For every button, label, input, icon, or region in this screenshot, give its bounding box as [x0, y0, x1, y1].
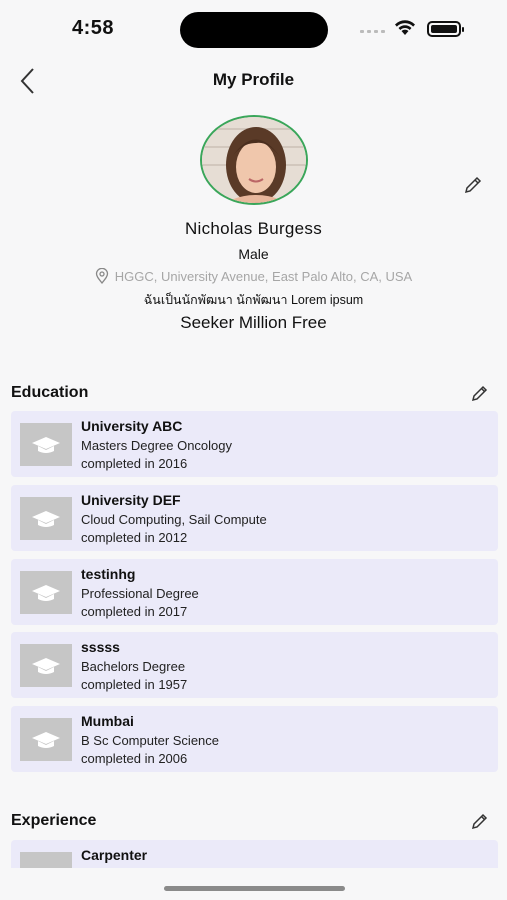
edit-education-pencil-icon[interactable] [470, 383, 490, 403]
education-section-title: Education [11, 384, 89, 401]
education-completed: completed in 2016 [81, 456, 188, 471]
education-degree: Masters Degree Oncology [81, 438, 233, 453]
education-school: sssss [81, 639, 120, 655]
education-thumbnail [20, 423, 72, 466]
edit-experience-pencil-icon[interactable] [470, 811, 490, 831]
experience-section-title: Experience [11, 812, 97, 829]
education-school: testinhg [81, 566, 136, 582]
education-card[interactable]: Mumbai B Sc Computer Science completed i… [11, 706, 498, 772]
home-indicator[interactable] [164, 886, 345, 891]
education-school: University ABC [81, 418, 183, 434]
nav-bar: My Profile [0, 60, 507, 100]
page-title: My Profile [212, 70, 295, 89]
education-thumbnail [20, 497, 72, 540]
wifi-icon [395, 20, 415, 35]
education-degree: Cloud Computing, Sail Compute [81, 512, 267, 527]
education-degree: B Sc Computer Science [81, 733, 220, 748]
profile-plan: Seeker Million Free [180, 313, 327, 332]
profile-gender: Male [238, 246, 269, 262]
education-card[interactable]: sssss Bachelors Degree completed in 1957 [11, 632, 498, 698]
graduation-cap-icon [32, 510, 60, 527]
education-degree: Bachelors Degree [81, 659, 186, 674]
battery-icon [427, 21, 464, 37]
graduation-cap-icon [32, 731, 60, 748]
education-school: Mumbai [81, 713, 134, 729]
profile-header [0, 112, 507, 205]
edit-profile-pencil-icon[interactable] [462, 174, 484, 196]
education-completed: completed in 2017 [81, 604, 188, 619]
avatar-photo [201, 117, 306, 203]
profile-name: Nicholas Burgess [184, 219, 323, 238]
education-degree: Professional Degree [81, 586, 199, 601]
education-thumbnail [20, 718, 72, 761]
graduation-cap-icon [32, 436, 60, 453]
education-card[interactable]: University DEF Cloud Computing, Sail Com… [11, 485, 498, 551]
education-completed: completed in 2012 [81, 530, 188, 545]
profile-bio: ฉันเป็นนักพัฒนา นักพัฒนา Lorem ipsum [143, 293, 364, 307]
experience-title: Carpenter [81, 847, 148, 863]
education-thumbnail [20, 644, 72, 687]
education-completed: completed in 2006 [81, 751, 188, 766]
education-card[interactable]: University ABC Masters Degree Oncology c… [11, 411, 498, 477]
dynamic-island [180, 12, 328, 48]
experience-thumbnail [20, 852, 72, 868]
bottom-safe-area [0, 868, 507, 900]
location-text: HGGC, University Avenue, East Palo Alto,… [114, 268, 413, 284]
graduation-cap-icon [32, 584, 60, 601]
education-thumbnail [20, 571, 72, 614]
experience-card[interactable]: Carpenter [11, 840, 498, 868]
cellular-signal-icon [360, 30, 385, 33]
avatar[interactable] [199, 115, 308, 205]
education-card[interactable]: testinhg Professional Degree completed i… [11, 559, 498, 625]
location-pin-icon [95, 268, 108, 284]
graduation-cap-icon [32, 657, 60, 674]
education-school: University DEF [81, 492, 181, 508]
status-time: 4:58 [72, 17, 115, 39]
profile-location: HGGC, University Avenue, East Palo Alto,… [0, 268, 507, 284]
status-bar: 4:58 [0, 0, 507, 56]
education-completed: completed in 1957 [81, 677, 188, 692]
